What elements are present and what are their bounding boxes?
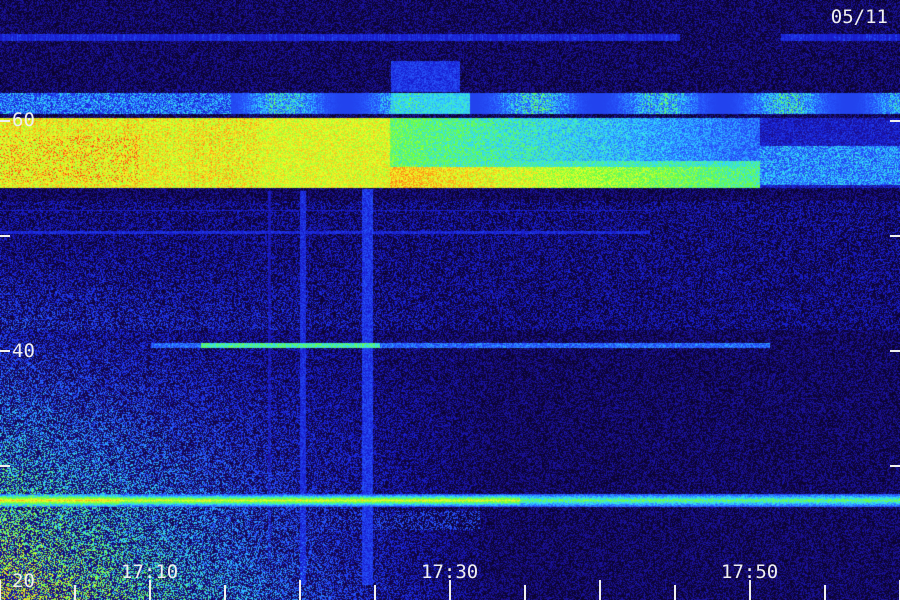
x-label-1710: 17:10 bbox=[121, 561, 179, 583]
date-label: 05/11 bbox=[830, 6, 888, 28]
x-label-1750: 17:50 bbox=[721, 561, 779, 583]
y-label-60: 60 bbox=[12, 109, 35, 131]
x-label-1730: 17:30 bbox=[421, 561, 479, 583]
spectrogram-view: 05/11 60 40 20 17:10 17:30 17:50 bbox=[0, 0, 900, 600]
y-label-40: 40 bbox=[12, 340, 35, 362]
y-label-20: 20 bbox=[12, 570, 35, 592]
spectrogram-image bbox=[0, 0, 900, 600]
